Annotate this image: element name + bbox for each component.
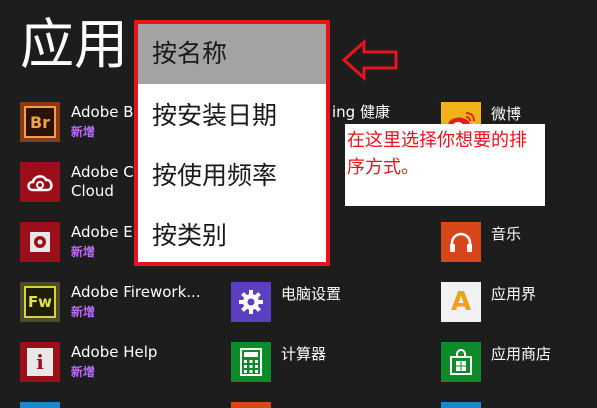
headphones-icon[interactable] [441,222,481,262]
letter-a-icon[interactable]: A [441,282,481,322]
app-name-health[interactable]: ing 健康 [332,102,390,122]
new-badge: 新增 [71,365,96,379]
arrow-left-icon [341,38,398,82]
gear-icon [239,290,263,314]
app-name-appworld[interactable]: 应用界 [491,284,536,304]
app-name-adobe-bridge[interactable]: Adobe B [71,102,134,122]
app-name-weibo[interactable]: 微博 [491,104,521,124]
adobe-extension-icon[interactable] [20,222,60,262]
sort-by-category[interactable]: 按类别 [138,206,326,266]
app-name-adobe-help[interactable]: Adobe Help [71,342,157,362]
gear-icon[interactable] [231,282,271,322]
adobe-extension-icon [30,232,50,252]
app-name-adobe-extension[interactable]: Adobe E [71,222,133,242]
app-name-adobe-creative-cloud[interactable]: Adobe C [71,162,134,182]
sort-by-install-date[interactable]: 按安装日期 [138,86,326,146]
app-name-store[interactable]: 应用商店 [491,344,551,364]
annotation-note: 在这里选择你想要的排序方式。 [345,124,545,206]
fw-logo-icon[interactable]: Fw [20,282,60,322]
new-badge: 新增 [71,245,96,259]
app-name-adobe-fireworks[interactable]: Adobe Firework... [71,282,201,302]
app-tile-partial[interactable] [20,402,60,408]
app-tile-partial[interactable] [441,402,481,408]
new-badge: 新增 [71,305,96,319]
sort-menu: 按名称 按安装日期 按使用频率 按类别 [134,20,330,266]
creative-cloud-icon [27,175,53,192]
app-name-pc-settings[interactable]: 电脑设置 [281,284,341,304]
app-name-music[interactable]: 音乐 [491,224,521,244]
app-name-calculator[interactable]: 计算器 [281,344,326,364]
sort-by-frequency[interactable]: 按使用频率 [138,146,326,206]
headphones-icon [450,232,472,252]
app-tile-partial[interactable] [231,402,271,408]
page-title: 应用 [20,13,128,76]
app-name-line2[interactable]: Cloud [71,181,114,201]
store-icon[interactable] [441,342,481,382]
info-icon[interactable]: i [20,342,60,382]
new-badge: 新增 [71,125,96,139]
br-logo-icon[interactable]: Br [20,102,60,142]
calculator-icon[interactable] [231,342,271,382]
creative-cloud-icon[interactable] [20,162,60,202]
store-icon [450,349,472,375]
sort-by-name[interactable]: 按名称 [138,24,326,84]
calculator-icon [240,348,262,376]
